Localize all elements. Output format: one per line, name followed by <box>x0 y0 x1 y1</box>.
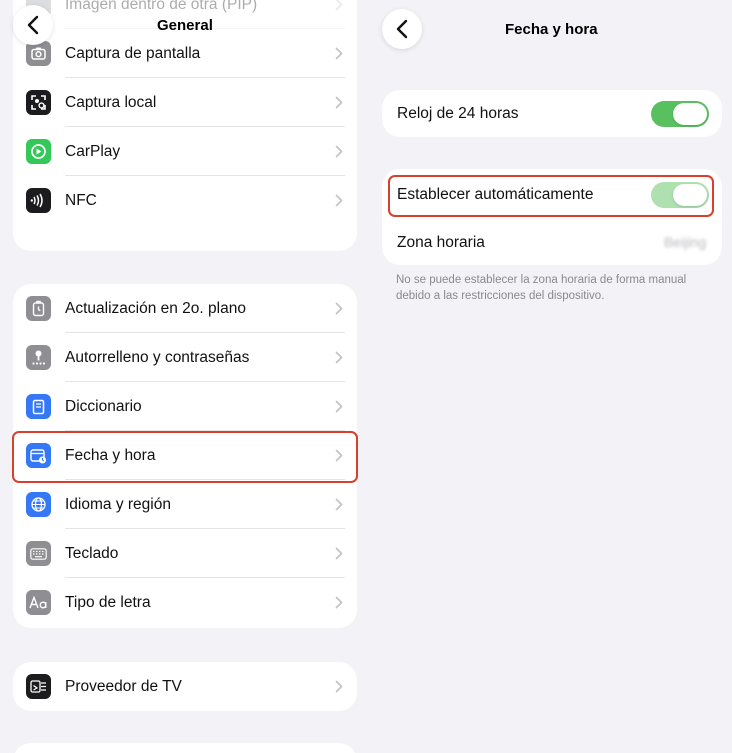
toggle-knob <box>673 184 707 206</box>
chevron-right-icon <box>335 302 343 315</box>
page-title: General <box>157 17 213 34</box>
autofill-key-icon <box>26 345 51 370</box>
settings-group-1: Imagen dentro de otra (PIP) Captura de p… <box>13 0 357 251</box>
list-item-dictionary[interactable]: Diccionario <box>13 382 357 431</box>
list-item-nfc[interactable]: NFC <box>13 176 357 225</box>
background-refresh-icon <box>26 296 51 321</box>
chevron-right-icon <box>335 680 343 693</box>
list-item-label: Imagen dentro de otra (PIP) <box>65 0 258 13</box>
calendar-clock-icon <box>26 443 51 468</box>
list-item-autofill[interactable]: Autorrelleno y contraseñas <box>13 333 357 382</box>
list-item-label: Captura local <box>65 93 157 111</box>
chevron-right-icon <box>335 498 343 511</box>
chevron-left-icon <box>27 15 39 35</box>
list-item-date-time[interactable]: Fecha y hora <box>13 431 357 480</box>
page-title: Fecha y hora <box>505 21 598 38</box>
timezone-value: Beijing <box>663 234 706 250</box>
auto-set-card: Establecer automáticamente Zona horaria … <box>382 169 722 265</box>
list-item-label: Actualización en 2o. plano <box>65 299 246 317</box>
timezone-label: Zona horaria <box>397 234 485 251</box>
carplay-icon <box>26 139 51 164</box>
chevron-right-icon <box>335 351 343 364</box>
list-item-screenshot[interactable]: Captura de pantalla <box>13 29 357 78</box>
list-item-language-region[interactable]: Idioma y región <box>13 480 357 529</box>
date-time-pane: Fecha y hora Reloj de 24 horas Establece… <box>370 0 732 753</box>
auto-set-toggle[interactable] <box>651 182 709 208</box>
settings-group-3: Proveedor de TV <box>13 662 357 711</box>
list-item-label: Tipo de letra <box>65 593 151 611</box>
local-capture-icon <box>26 90 51 115</box>
list-item-label: Diccionario <box>65 397 142 415</box>
list-item-tv-provider[interactable]: Proveedor de TV <box>13 662 357 711</box>
chevron-left-icon <box>396 19 408 39</box>
settings-group-4 <box>13 743 357 753</box>
list-item-label: Captura de pantalla <box>65 44 201 62</box>
chevron-right-icon <box>335 0 343 11</box>
list-item-label: Idioma y región <box>65 495 171 513</box>
list-item-label: Autorrelleno y contraseñas <box>65 348 250 366</box>
chevron-right-icon <box>335 47 343 60</box>
restriction-note: No se puede establecer la zona horaria d… <box>396 274 687 302</box>
list-item-label: Proveedor de TV <box>65 677 182 695</box>
settings-group-2: Actualización en 2o. plano Autorrelleno … <box>13 284 357 628</box>
chevron-right-icon <box>335 194 343 207</box>
list-item-label: CarPlay <box>65 142 121 160</box>
back-button[interactable] <box>382 9 422 49</box>
list-item-carplay[interactable]: CarPlay <box>13 127 357 176</box>
chevron-right-icon <box>335 400 343 413</box>
general-settings-pane: General Imagen dentro de otra (PIP) Capt… <box>0 0 370 753</box>
clock-24h-label: Reloj de 24 horas <box>397 105 519 122</box>
clock-24h-toggle[interactable] <box>651 101 709 127</box>
list-item-label: NFC <box>65 191 97 209</box>
globe-icon <box>26 492 51 517</box>
list-item-local-capture[interactable]: Captura local <box>13 78 357 127</box>
back-button[interactable] <box>13 5 53 45</box>
list-item-keyboard[interactable]: Teclado <box>13 529 357 578</box>
list-item-label: Teclado <box>65 544 119 562</box>
toggle-knob <box>673 103 707 125</box>
list-item-label: Fecha y hora <box>65 446 156 464</box>
auto-set-label: Establecer automáticamente <box>397 186 594 203</box>
tv-provider-icon <box>26 674 51 699</box>
chevron-right-icon <box>335 96 343 109</box>
list-item-background-refresh[interactable]: Actualización en 2o. plano <box>13 284 357 333</box>
chevron-right-icon <box>335 145 343 158</box>
clock-24h-card: Reloj de 24 horas <box>382 90 722 137</box>
font-icon <box>26 590 51 615</box>
chevron-right-icon <box>335 449 343 462</box>
list-item-font[interactable]: Tipo de letra <box>13 578 357 627</box>
nfc-icon <box>26 188 51 213</box>
keyboard-icon <box>26 541 51 566</box>
chevron-right-icon <box>335 596 343 609</box>
dictionary-icon <box>26 394 51 419</box>
chevron-right-icon <box>335 547 343 560</box>
